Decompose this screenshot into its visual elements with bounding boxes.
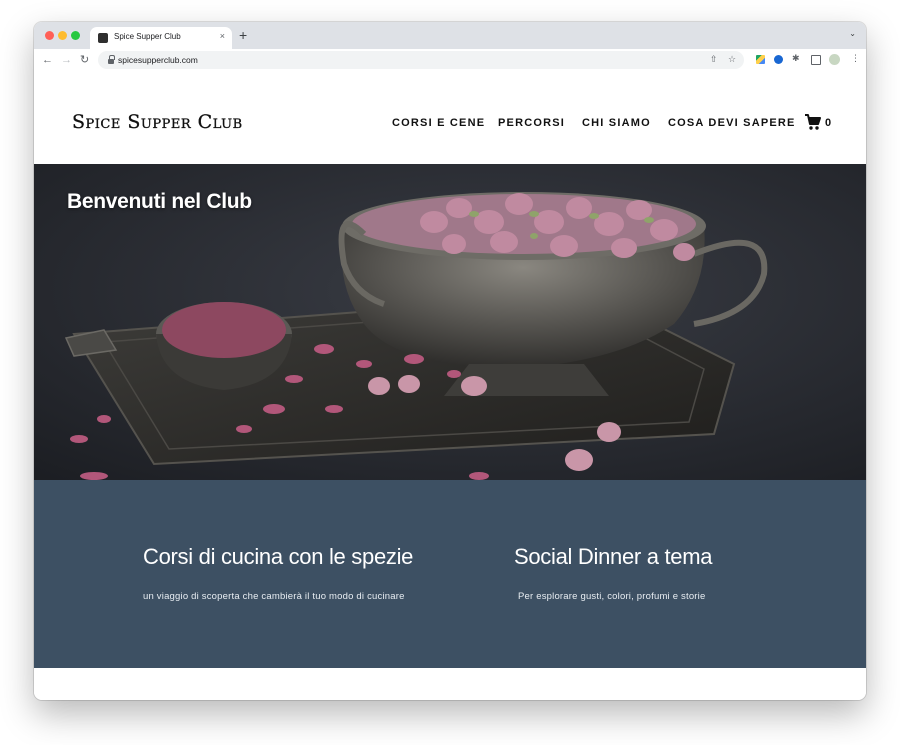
extensions-puzzle-icon[interactable]: ✱ xyxy=(792,53,801,63)
feature-subtitle-social-dinner: Per esplorare gusti, colori, profumi e s… xyxy=(518,591,706,602)
tab-title: Spice Supper Club xyxy=(114,32,181,41)
feature-title-corsi[interactable]: Corsi di cucina con le spezie xyxy=(143,544,413,570)
feature-subtitle-corsi: un viaggio di scoperta che cambierà il t… xyxy=(143,591,405,602)
site-header: Spice Supper Club CORSI E CENE PERCORSI … xyxy=(34,71,866,164)
profile-avatar[interactable] xyxy=(829,54,840,65)
side-panel-icon[interactable] xyxy=(811,55,821,65)
tab-close-icon[interactable]: × xyxy=(220,31,225,41)
tab-strip: Spice Supper Club × + ⌄ xyxy=(34,22,866,49)
google-drive-extension-icon[interactable] xyxy=(756,55,765,64)
cart-icon xyxy=(805,114,821,130)
maximize-window-button[interactable] xyxy=(71,31,80,40)
extension-icon[interactable] xyxy=(774,55,783,64)
site-favicon-icon xyxy=(98,33,108,43)
url-text[interactable]: spicesupperclub.com xyxy=(118,55,198,65)
bookmark-star-icon[interactable]: ☆ xyxy=(728,54,736,65)
forward-icon[interactable]: → xyxy=(61,52,72,68)
features-section: Corsi di cucina con le spezie un viaggio… xyxy=(34,480,866,668)
nav-item-cosa-devi-sapere[interactable]: COSA DEVI SAPERE xyxy=(668,117,796,129)
browser-tab[interactable]: Spice Supper Club × xyxy=(90,27,232,49)
minimize-window-button[interactable] xyxy=(58,31,67,40)
cart-count: 0 xyxy=(825,117,832,129)
cart-button[interactable]: 0 xyxy=(804,113,834,131)
reload-icon[interactable]: ↻ xyxy=(80,52,89,68)
back-icon[interactable]: ← xyxy=(42,52,53,68)
page-continuation xyxy=(34,668,866,700)
nav-item-corsi-e-cene[interactable]: CORSI E CENE xyxy=(392,117,485,129)
nav-item-percorsi[interactable]: PERCORSI xyxy=(498,117,565,129)
nav-item-chi-siamo[interactable]: CHI SIAMO xyxy=(582,117,651,129)
tab-search-icon[interactable]: ⌄ xyxy=(849,29,856,38)
hero-title: Benvenuti nel Club xyxy=(67,190,252,213)
feature-title-social-dinner[interactable]: Social Dinner a tema xyxy=(514,544,713,570)
browser-menu-icon[interactable]: ⋮ xyxy=(851,53,860,63)
browser-window: Spice Supper Club × + ⌄ ← → ↻ spicesuppe… xyxy=(34,22,866,700)
browser-toolbar: ← → ↻ spicesupperclub.com ⇧ ☆ ✱ ⋮ xyxy=(34,49,866,72)
hero-section: Benvenuti nel Club xyxy=(34,164,866,480)
site-logo[interactable]: Spice Supper Club xyxy=(72,111,243,133)
close-window-button[interactable] xyxy=(45,31,54,40)
address-bar[interactable]: spicesupperclub.com ⇧ ☆ xyxy=(98,51,744,69)
new-tab-button[interactable]: + xyxy=(239,27,247,43)
lock-icon[interactable] xyxy=(108,55,115,64)
share-icon[interactable]: ⇧ xyxy=(710,54,718,65)
